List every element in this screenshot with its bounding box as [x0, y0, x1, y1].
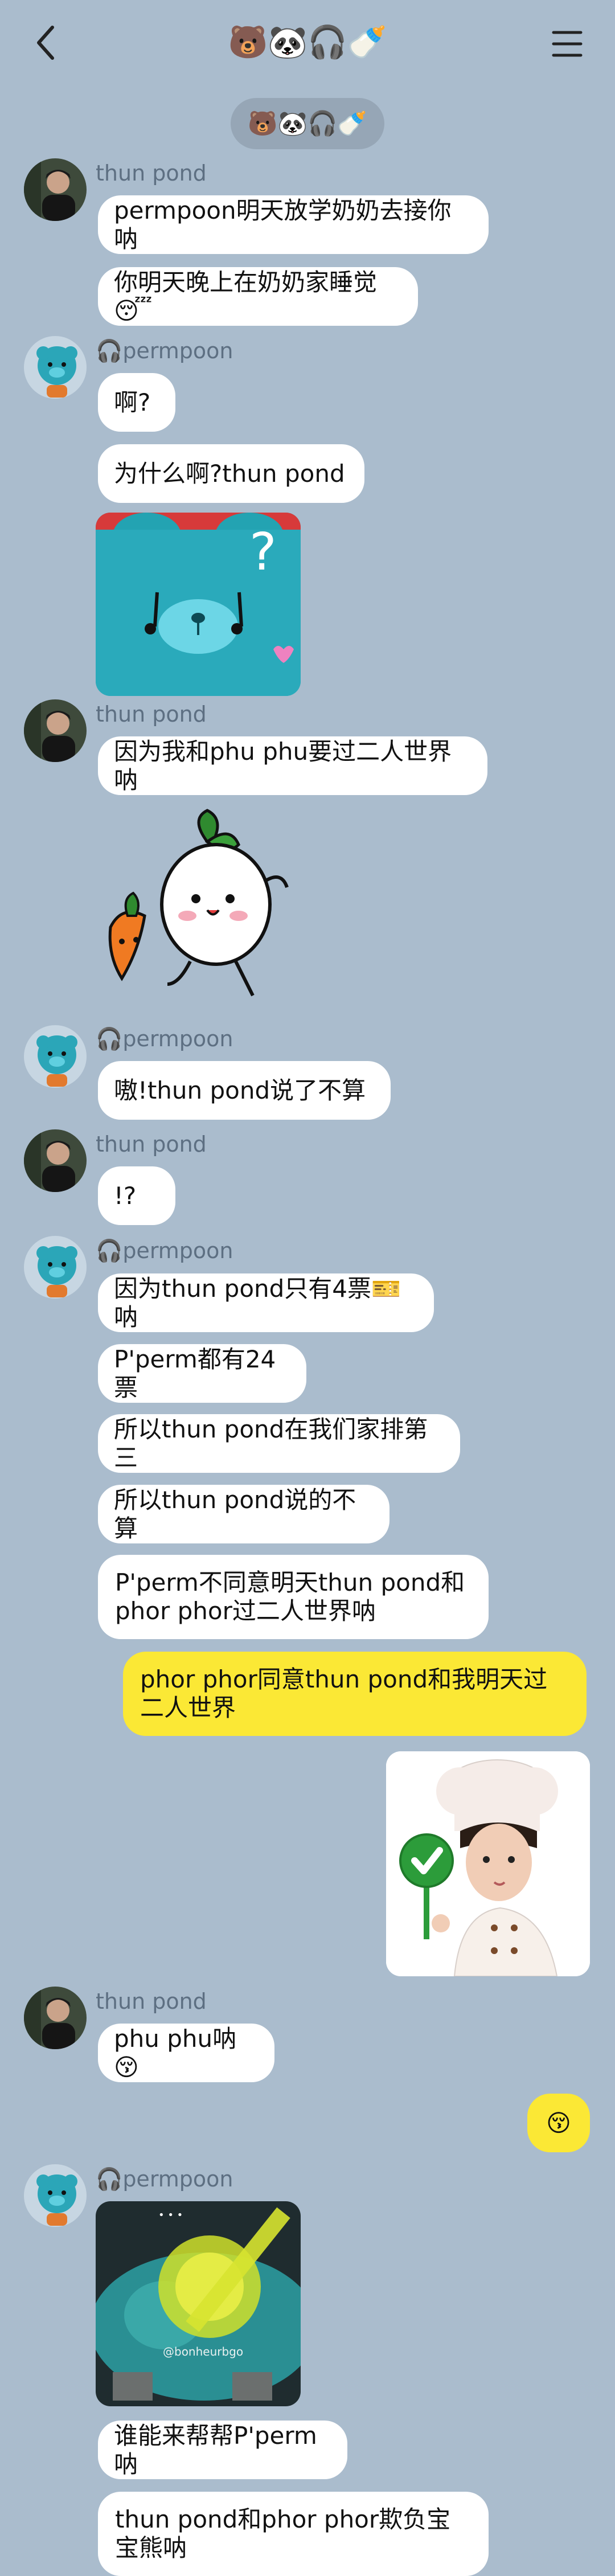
- back-button[interactable]: [23, 17, 74, 68]
- hamburger-menu-icon: [552, 31, 583, 57]
- message-bubble[interactable]: 因为我和phu phu要过二人世界呐: [98, 736, 487, 795]
- photo-message[interactable]: • • • @bonheurbgo: [96, 2201, 301, 2406]
- radish-carrot-sticker: [108, 809, 289, 997]
- person-photo-icon: [24, 1987, 87, 2049]
- chevron-left-icon: [37, 26, 54, 60]
- message-bubble[interactable]: 所以thun pond在我们家排第三: [98, 1414, 460, 1473]
- svg-text:?: ?: [249, 522, 277, 582]
- message-bubble[interactable]: 啊?: [98, 373, 175, 432]
- message-bubble[interactable]: 谁能来帮帮P'perm呐: [98, 2421, 347, 2479]
- avatar-perm[interactable]: [24, 1236, 87, 1299]
- photo-watermark: @bonheurbgo: [163, 2345, 244, 2358]
- teal-toy-yellow-light-photo: • • •: [96, 2201, 301, 2406]
- person-photo-icon: [24, 699, 87, 762]
- avatar-perm[interactable]: [24, 1025, 87, 1088]
- teal-toy-confused-image: ?: [96, 513, 301, 696]
- avatar-thun[interactable]: [24, 699, 87, 762]
- svg-text:• • •: • • •: [158, 2209, 183, 2221]
- avatar-thun[interactable]: [24, 1987, 87, 2049]
- teal-toy-avatar-icon: [24, 2164, 87, 2227]
- photo-message[interactable]: ?: [96, 513, 301, 696]
- teal-toy-avatar-icon: [24, 1236, 87, 1299]
- sender-name: thun pond: [96, 702, 207, 727]
- teal-toy-avatar-icon: [24, 336, 87, 399]
- teal-toy-avatar-icon: [24, 1025, 87, 1088]
- menu-button[interactable]: [541, 17, 592, 68]
- message-bubble[interactable]: phu phu呐😚: [98, 2024, 274, 2082]
- message-bubble[interactable]: 为什么啊?thun pond: [98, 444, 364, 503]
- my-message-bubble[interactable]: 😚: [527, 2094, 590, 2152]
- person-photo-icon: [24, 1129, 87, 1192]
- message-bubble[interactable]: 因为thun pond只有4票🎫呐: [98, 1273, 434, 1332]
- sender-name: thun pond: [96, 1132, 207, 1157]
- message-bubble[interactable]: permpoon明天放学奶奶去接你呐: [98, 195, 489, 254]
- sender-name: 🎧permpoon: [96, 1238, 233, 1263]
- person-photo-icon: [24, 158, 87, 221]
- chat-title: 🐻🐼🎧🍼: [228, 24, 387, 61]
- message-bubble[interactable]: 你明天晚上在奶奶家睡觉😴: [98, 267, 418, 326]
- message-bubble[interactable]: P'perm不同意明天thun pond和phor phor过二人世界呐: [98, 1555, 489, 1639]
- sender-name: thun pond: [96, 1989, 207, 2014]
- message-bubble[interactable]: !?: [98, 1166, 175, 1225]
- avatar-thun[interactable]: [24, 1129, 87, 1192]
- message-bubble[interactable]: P'perm都有24票: [98, 1344, 306, 1403]
- message-bubble[interactable]: 所以thun pond说的不算: [98, 1485, 390, 1543]
- sender-name: 🎧permpoon: [96, 2167, 233, 2192]
- members-chip[interactable]: 🐻🐼🎧🍼: [231, 98, 384, 149]
- sender-name: thun pond: [96, 161, 207, 186]
- avatar-perm[interactable]: [24, 336, 87, 399]
- sender-name: 🎧permpoon: [96, 1026, 233, 1051]
- message-bubble[interactable]: 嗷!thun pond说了不算: [98, 1061, 391, 1120]
- sender-name: 🎧permpoon: [96, 338, 233, 363]
- my-message-bubble[interactable]: phor phor同意thun pond和我明天过二人世界: [123, 1652, 587, 1736]
- sticker-message[interactable]: [386, 1751, 590, 1976]
- chef-boy-checkmark-sticker: [386, 1751, 590, 1976]
- sticker-message[interactable]: [93, 808, 304, 1013]
- avatar-thun[interactable]: [24, 158, 87, 221]
- avatar-perm[interactable]: [24, 2164, 87, 2227]
